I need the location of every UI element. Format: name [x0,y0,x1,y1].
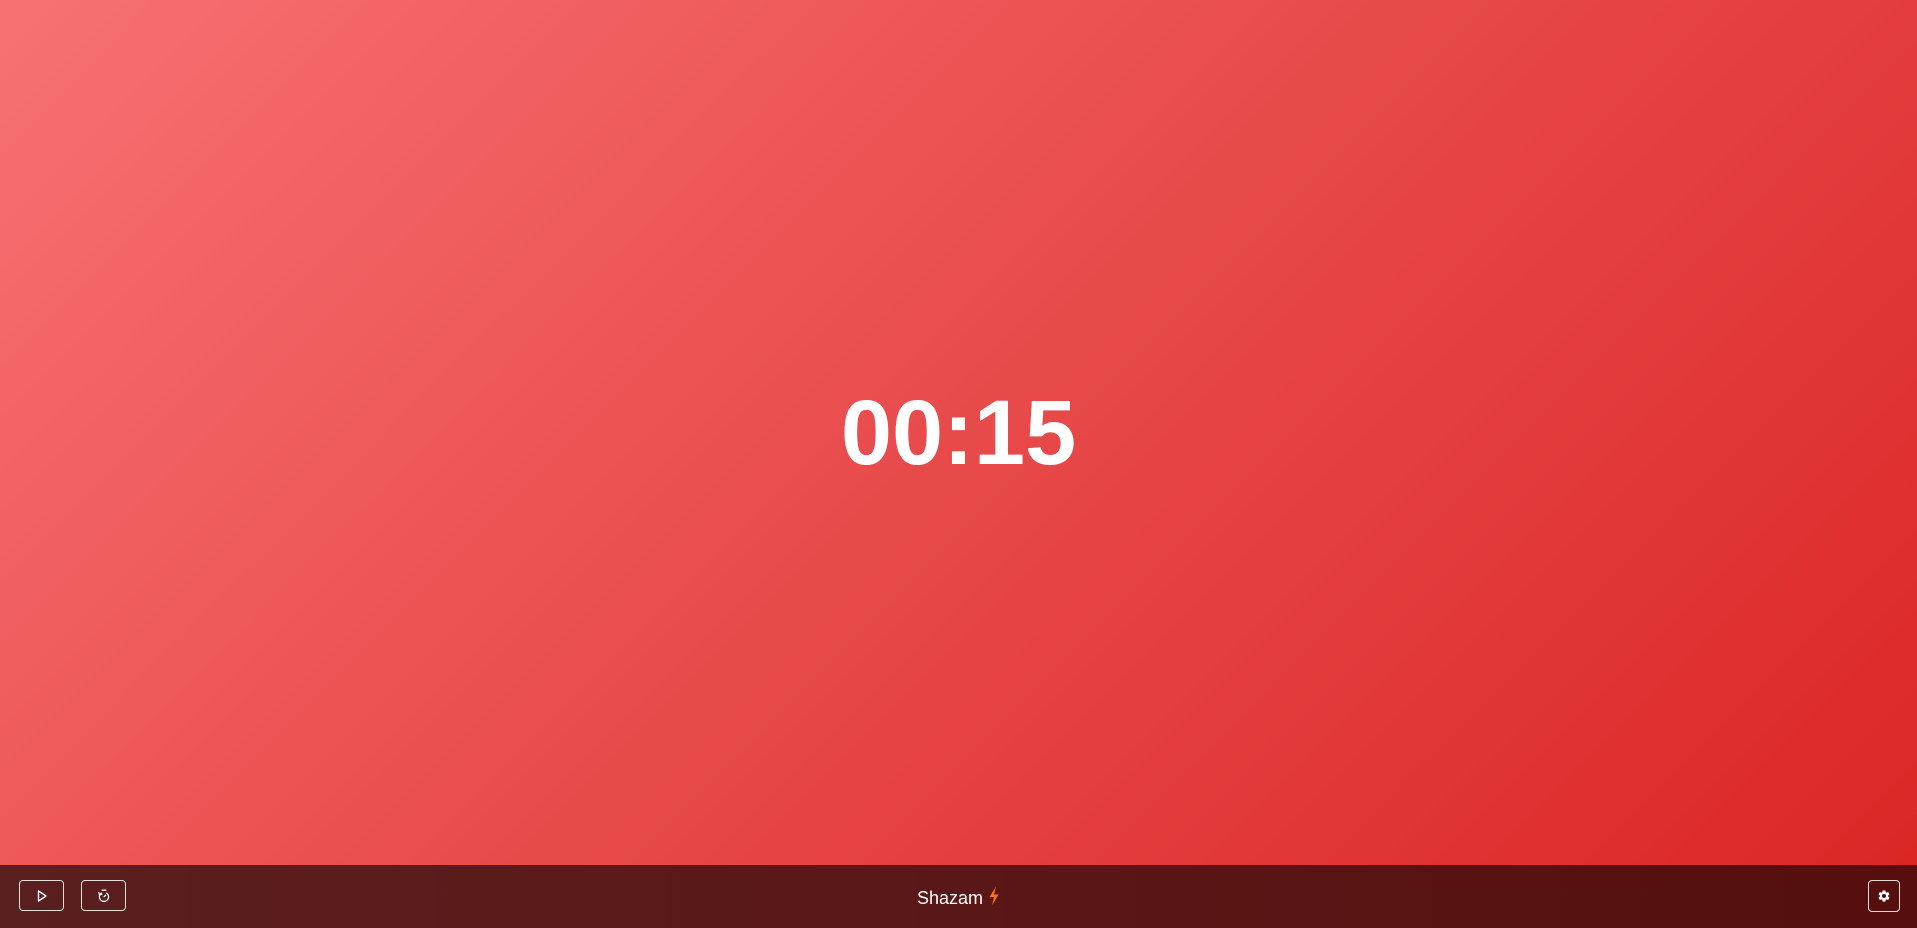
gear-icon [1877,889,1891,903]
brand: Shazam [0,886,1917,910]
brand-name: Shazam [916,888,984,908]
bottom-toolbar: Shazam [0,865,1917,928]
timer-app: 00:15 Shazam [0,0,1917,928]
lightning-bolt-icon [988,886,1000,910]
timer-stage: 00:15 [0,0,1917,865]
timer-display: 00:15 [840,381,1077,484]
settings-button[interactable] [1868,880,1900,912]
